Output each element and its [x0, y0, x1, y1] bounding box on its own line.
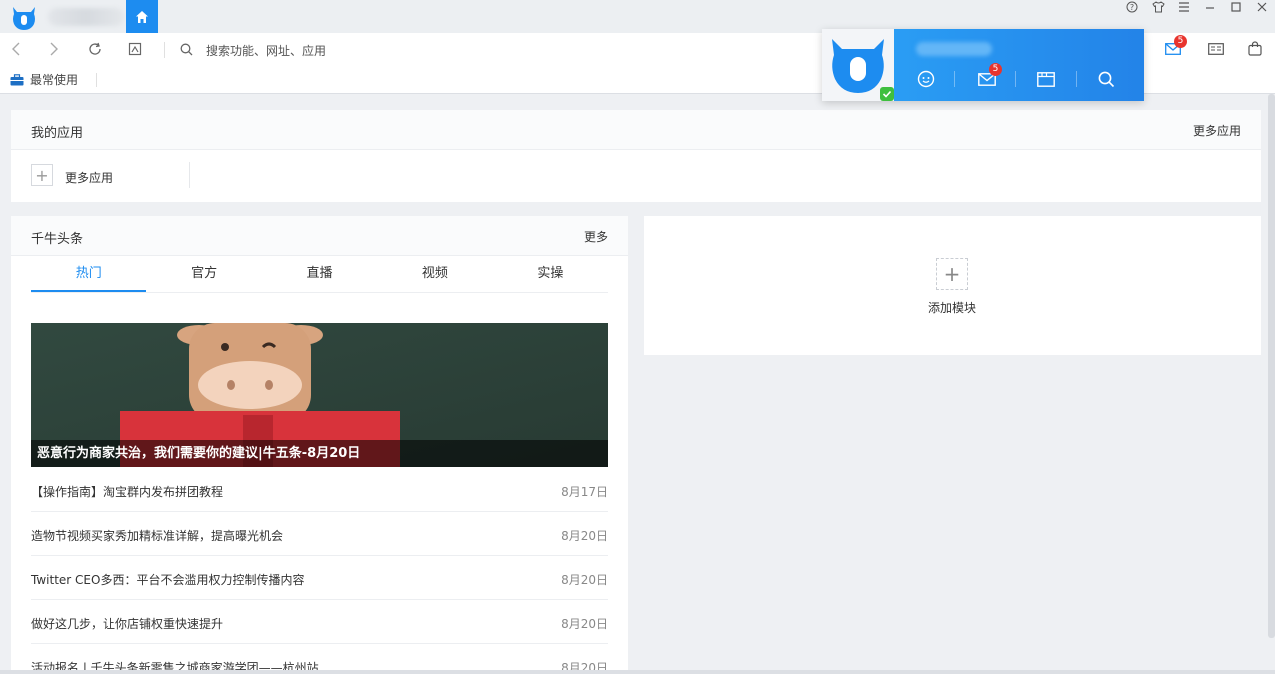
- news-item-date: 8月20日: [561, 573, 608, 587]
- help-icon[interactable]: ?: [1119, 0, 1145, 14]
- forward-button[interactable]: [46, 41, 62, 57]
- smile-chat-icon: [917, 70, 935, 88]
- briefcase-icon: [10, 73, 24, 85]
- add-module-label[interactable]: 添加模块: [928, 299, 976, 316]
- refresh-button[interactable]: [87, 41, 103, 57]
- bottom-border: [0, 670, 1275, 674]
- maximize-icon[interactable]: [1223, 0, 1249, 14]
- my-apps-body: + 更多应用: [11, 150, 1261, 202]
- mail-button[interactable]: 5: [1165, 35, 1187, 57]
- news-banner[interactable]: 恶意行为商家共治，我们需要你的建议|牛五条-8月20日: [31, 323, 608, 467]
- news-header: 千牛头条 更多: [11, 216, 628, 256]
- bookmarks-divider: [96, 73, 97, 87]
- popup-divider: [954, 71, 955, 87]
- news-more-link[interactable]: 更多: [584, 228, 608, 245]
- list-item[interactable]: 做好这几步，让你店铺权重快速提升 8月20日: [31, 600, 608, 644]
- shop-button[interactable]: [1247, 40, 1263, 56]
- account-popup: 5: [822, 29, 1144, 101]
- popup-mail-button[interactable]: 5: [977, 63, 1002, 89]
- home-icon: [136, 10, 148, 23]
- home-tab[interactable]: [126, 0, 158, 33]
- news-item-title: 【操作指南】淘宝群内发布拼团教程: [31, 485, 224, 499]
- banner-caption: 恶意行为商家共治，我们需要你的建议|牛五条-8月20日: [31, 440, 608, 467]
- news-title: 千牛头条: [31, 232, 84, 247]
- refresh-icon: [89, 42, 101, 55]
- news-item-date: 8月20日: [561, 661, 608, 670]
- online-status-icon: [880, 87, 894, 101]
- list-item[interactable]: 【操作指南】淘宝群内发布拼团教程 8月17日: [31, 468, 608, 512]
- search-input[interactable]: 搜索功能、网址、应用: [206, 42, 326, 59]
- news-item-date: 8月20日: [561, 617, 608, 631]
- tab-live[interactable]: 直播: [262, 257, 377, 292]
- list-item[interactable]: 活动报名 | 千牛头条新零售之城商家游学团——杭州站 8月20日: [31, 644, 608, 670]
- vertical-scrollbar[interactable]: [1268, 94, 1275, 638]
- add-module-panel: + 添加模块: [644, 216, 1261, 355]
- menu-icon[interactable]: [1171, 0, 1197, 14]
- plus-icon: +: [943, 262, 961, 286]
- back-button[interactable]: [8, 41, 24, 57]
- popup-mail-badge: 5: [989, 63, 1002, 76]
- frequent-use-bookmark[interactable]: 最常使用: [10, 71, 78, 88]
- toolbar-divider: [164, 42, 165, 58]
- my-apps-header: 我的应用 更多应用: [11, 110, 1261, 150]
- news-item-date: 8月20日: [561, 529, 608, 543]
- id-card-icon: [1208, 43, 1224, 55]
- shopping-bag-icon: [1248, 40, 1262, 56]
- my-apps-panel: 我的应用 更多应用 + 更多应用: [11, 110, 1261, 202]
- qianniu-logo-icon: [13, 7, 35, 30]
- my-apps-title: 我的应用: [31, 126, 84, 141]
- account-avatar[interactable]: [822, 29, 894, 101]
- list-item[interactable]: Twitter CEO多西：平台不会滥用权力控制传播内容 8月20日: [31, 556, 608, 600]
- frequent-use-label: 最常使用: [30, 73, 79, 87]
- chevron-right-icon: [50, 42, 58, 56]
- apps-divider: [189, 162, 190, 188]
- screenshot-icon: [128, 42, 142, 56]
- popup-search-button[interactable]: [1096, 69, 1116, 89]
- news-item-date: 8月17日: [561, 485, 608, 499]
- window-icon: [1037, 71, 1055, 87]
- add-app-label[interactable]: 更多应用: [65, 169, 113, 186]
- add-module-button[interactable]: +: [936, 258, 968, 290]
- account-name-blurred: [48, 8, 124, 26]
- plus-icon: +: [35, 165, 49, 185]
- svg-text:?: ?: [1130, 3, 1134, 12]
- tab-practice[interactable]: 实操: [493, 257, 608, 292]
- browser-button[interactable]: [1036, 69, 1056, 89]
- mail-count-badge: 5: [1174, 35, 1187, 48]
- window-controls: ?: [1119, 0, 1275, 14]
- popup-divider: [1015, 71, 1016, 87]
- news-item-title: 造物节视频买家秀加精标准详解，提高曝光机会: [31, 529, 284, 543]
- news-tabs: 热门 官方 直播 视频 实操: [31, 257, 608, 293]
- screenshot-button[interactable]: [127, 41, 143, 57]
- news-panel: 千牛头条 更多 热门 官方 直播 视频 实操 恶意行为商家共治，我们需要你的建议…: [11, 216, 628, 670]
- search-icon: [178, 41, 194, 57]
- skin-icon[interactable]: [1145, 0, 1171, 14]
- chevron-left-icon: [12, 42, 20, 56]
- search-icon: [1098, 71, 1114, 87]
- close-icon[interactable]: [1249, 0, 1275, 14]
- popup-divider: [1076, 71, 1077, 87]
- card-button[interactable]: [1208, 41, 1224, 57]
- list-item[interactable]: 造物节视频买家秀加精标准详解，提高曝光机会 8月20日: [31, 512, 608, 556]
- minimize-icon[interactable]: [1197, 0, 1223, 14]
- add-app-button[interactable]: +: [31, 164, 53, 186]
- tab-video[interactable]: 视频: [377, 257, 492, 292]
- news-item-title: 做好这几步，让你店铺权重快速提升: [31, 617, 224, 631]
- news-item-title: Twitter CEO多西：平台不会滥用权力控制传播内容: [31, 573, 305, 587]
- chat-button[interactable]: [916, 69, 936, 89]
- news-item-title: 活动报名 | 千牛头条新零售之城商家游学团——杭州站: [31, 661, 319, 670]
- tab-hot[interactable]: 热门: [31, 257, 147, 292]
- account-name-blurred: [916, 42, 992, 56]
- tab-official[interactable]: 官方: [146, 257, 261, 292]
- more-apps-link[interactable]: 更多应用: [1193, 122, 1241, 139]
- account-popup-actions: 5: [894, 29, 1144, 101]
- news-list: 【操作指南】淘宝群内发布拼团教程 8月17日 造物节视频买家秀加精标准详解，提高…: [31, 468, 608, 670]
